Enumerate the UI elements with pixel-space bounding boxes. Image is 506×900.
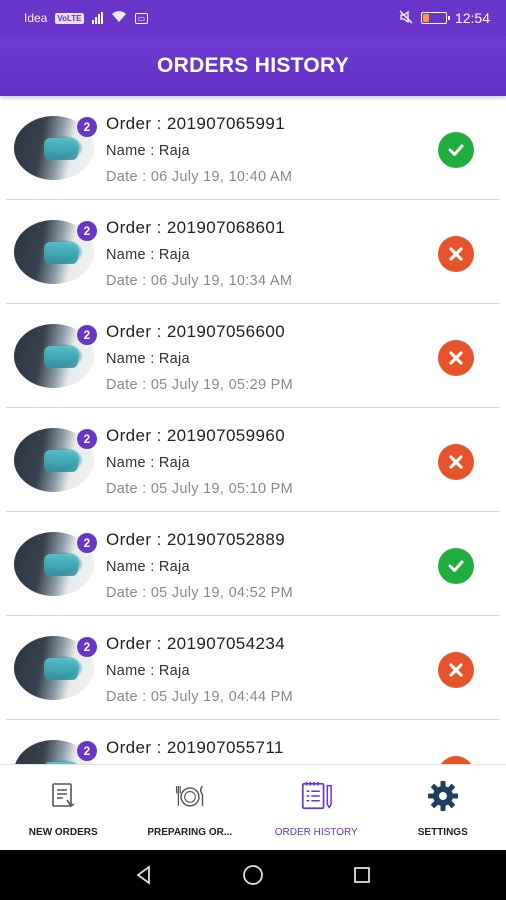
order-date: Date : 05 July 19, 04:44 PM [106, 689, 294, 705]
nav-new-orders[interactable]: NEW ORDERS [0, 765, 127, 850]
close-icon [438, 340, 474, 376]
network-badge: VoLTE [55, 12, 84, 24]
page-title: ORDERS HISTORY [156, 54, 350, 77]
check-icon [438, 548, 474, 584]
order-date: Date : 06 July 19, 10:40 AM [106, 169, 293, 185]
wifi-icon [111, 10, 127, 26]
battery-icon [420, 12, 450, 24]
status-bar: Idea VoLTE ▭ 12:54 [0, 0, 506, 36]
order-row[interactable]: 2 Order : 201907068601 Name : Raja Date : 0… [6, 200, 500, 304]
clock: 12:54 [454, 10, 490, 26]
order-date: Date : 05 July 19, 05:29 PM [106, 377, 294, 393]
gear-icon [426, 779, 460, 813]
order-number: Order : 201907055711 [106, 738, 284, 757]
order-date: Date : 05 July 19, 04:52 PM [106, 585, 294, 601]
customer-name: Name : Raja [106, 143, 190, 159]
orders-list[interactable]: 2 Order : 201907065991 Name : Raja Date : 0… [0, 96, 506, 764]
home-icon[interactable] [241, 863, 265, 887]
bottom-navigation: NEW ORDERS PREPARING OR... ORDER HISTORY [0, 764, 506, 850]
close-icon [438, 652, 474, 688]
signal-icon [91, 12, 103, 24]
order-details: Order : 201907056600 Name : Raja Date : 05… [106, 322, 293, 393]
order-details: Order : 201907068601 Name : Raja Date : 06… [106, 218, 292, 289]
nav-label: NEW ORDERS [28, 827, 98, 838]
customer-name: Name : Raja [106, 455, 190, 471]
order-number: Order : 201907059960 [106, 426, 286, 445]
recents-icon[interactable] [350, 863, 374, 887]
item-count-badge: 2 [76, 740, 98, 762]
order-number: Order : 201907056600 [106, 322, 286, 341]
item-count-badge: 2 [76, 636, 98, 658]
customer-name: Name : Raja [106, 351, 190, 367]
new-orders-icon [46, 779, 80, 813]
order-details: Order : 201907054234 Name : Raja Date : 05… [106, 634, 293, 705]
nav-order-history[interactable]: ORDER HISTORY [253, 765, 380, 850]
app-bar: ORDERS HISTORY [0, 36, 506, 96]
item-count-badge: 2 [76, 220, 98, 242]
carrier-label: Idea [24, 11, 48, 25]
order-number: Order : 201907052889 [106, 530, 286, 549]
order-details: Order : 201907065991 Name : Raja Date : 06… [106, 114, 292, 185]
status-right: 12:54 [399, 10, 490, 27]
order-details: Order : 201907055711Name : Raja [106, 738, 284, 764]
system-navigation-bar [0, 850, 506, 900]
nav-label: SETTINGS [417, 827, 468, 838]
order-number: Order : 201907054234 [106, 634, 286, 653]
mute-icon [399, 10, 413, 27]
status-left: Idea VoLTE ▭ [24, 10, 149, 26]
order-row[interactable]: 2 Order : 201907056600 Name : Raja Date : 0… [6, 304, 500, 408]
customer-name: Name : Raja [106, 247, 190, 263]
item-count-badge: 2 [76, 116, 98, 138]
order-row[interactable]: 2 Order : 201907059960 Name : Raja Date : 0… [6, 408, 500, 512]
close-icon [438, 444, 474, 480]
nfc-icon: ▭ [134, 12, 149, 24]
order-number: Order : 201907068601 [106, 218, 286, 237]
item-count-badge: 2 [76, 324, 98, 346]
order-row[interactable]: 2 Order : 201907065991 Name : Raja Date : 0… [6, 96, 500, 200]
customer-name: Name : Raja [106, 559, 190, 575]
order-details: Order : 201907052889 Name : Raja Date : 05… [106, 530, 293, 601]
item-count-badge: 2 [76, 532, 98, 554]
customer-name: Name : Raja [106, 663, 190, 679]
order-row[interactable]: 2 Order : 201907052889 Name : Raja Date : 0… [6, 512, 500, 616]
order-details: Order : 201907059960 Name : Raja Date : 05… [106, 426, 293, 497]
preparing-icon [173, 779, 207, 813]
nav-label: ORDER HISTORY [274, 827, 358, 838]
close-icon [438, 756, 474, 764]
nav-preparing-orders[interactable]: PREPARING OR... [127, 765, 254, 850]
order-date: Date : 06 July 19, 10:34 AM [106, 273, 293, 289]
order-date: Date : 05 July 19, 05:10 PM [106, 481, 294, 497]
close-icon [438, 236, 474, 272]
back-icon[interactable] [132, 863, 156, 887]
item-count-badge: 2 [76, 428, 98, 450]
order-history-icon [299, 779, 333, 813]
order-row[interactable]: 2 Order : 201907055711Name : Raja [6, 720, 500, 764]
nav-settings[interactable]: SETTINGS [380, 765, 506, 850]
order-row[interactable]: 2 Order : 201907054234 Name : Raja Date : 0… [6, 616, 500, 720]
nav-label: PREPARING OR... [147, 827, 233, 838]
order-number: Order : 201907065991 [106, 114, 286, 133]
check-icon [438, 132, 474, 168]
